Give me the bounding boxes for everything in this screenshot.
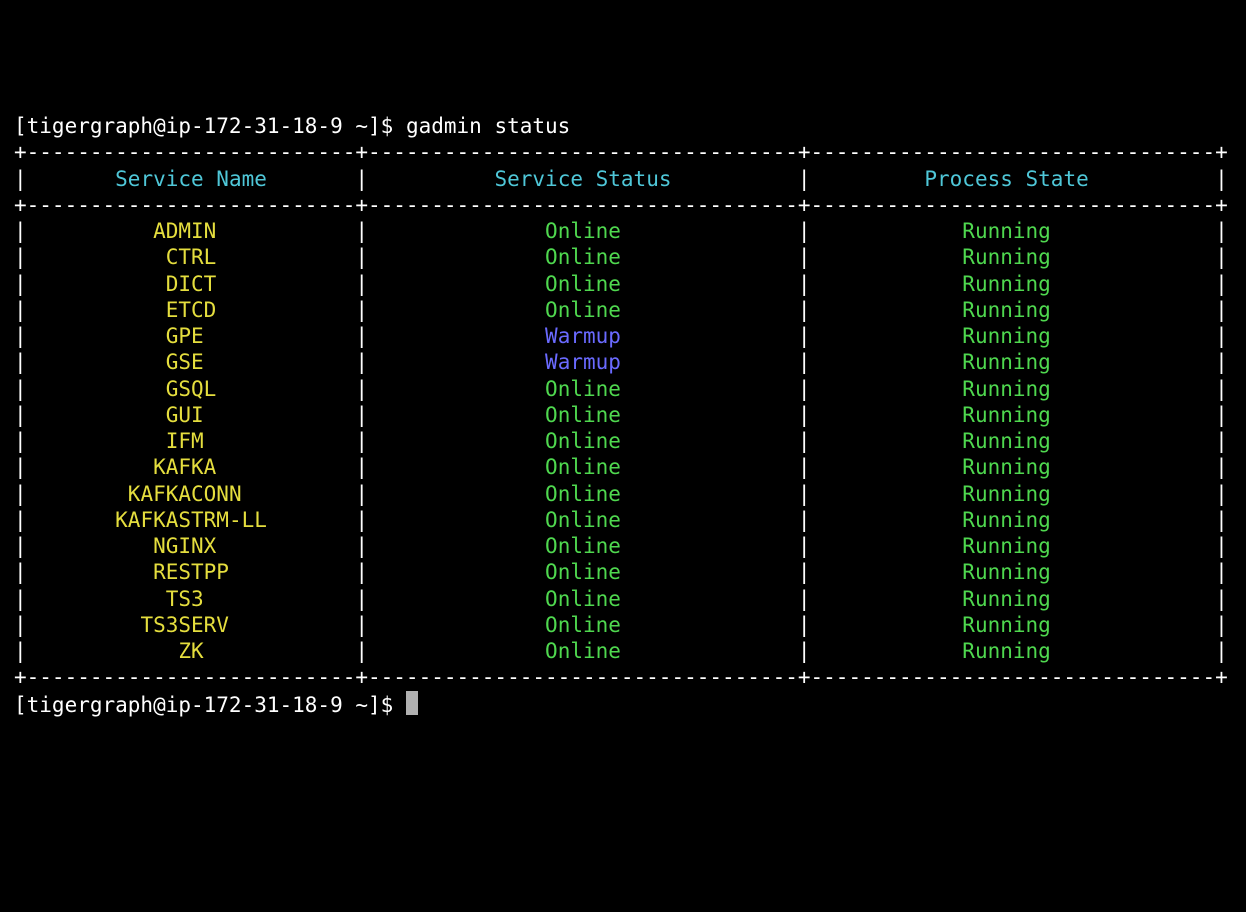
cell-process-state: Running — [811, 587, 1216, 611]
table-row: | TS3SERV | Online | Running | — [14, 612, 1232, 638]
cell-process-state: Running — [811, 377, 1216, 401]
table-border-top: +--------------------------+------------… — [14, 139, 1232, 165]
col-service-name: Service Name — [27, 167, 356, 191]
cell-service-name: KAFKASTRM-LL — [27, 508, 356, 532]
table-row: | DICT | Online | Running | — [14, 271, 1232, 297]
cell-service-name: GSQL — [27, 377, 356, 401]
shell-prompt: [tigergraph@ip-172-31-18-9 ~]$ — [14, 693, 406, 717]
table-row: | RESTPP | Online | Running | — [14, 559, 1232, 585]
table-row: | KAFKASTRM-LL | Online | Running | — [14, 507, 1232, 533]
cell-service-name: TS3SERV — [27, 613, 356, 637]
cursor-block — [406, 691, 418, 715]
table-row: | ZK | Online | Running | — [14, 638, 1232, 664]
cell-process-state: Running — [811, 245, 1216, 269]
cell-service-name: GPE — [27, 324, 356, 348]
cell-process-state: Running — [811, 324, 1216, 348]
cell-process-state: Running — [811, 219, 1216, 243]
cell-service-status: Warmup — [368, 324, 798, 348]
table-row: | GSQL | Online | Running | — [14, 376, 1232, 402]
table-row: | GPE | Warmup | Running | — [14, 323, 1232, 349]
cell-service-status: Online — [368, 639, 798, 663]
terminal-output: [tigergraph@ip-172-31-18-9 ~]$ gadmin st… — [14, 113, 1232, 718]
cell-process-state: Running — [811, 350, 1216, 374]
table-border-mid: +--------------------------+------------… — [14, 192, 1232, 218]
table-row: | GUI | Online | Running | — [14, 402, 1232, 428]
cell-process-state: Running — [811, 534, 1216, 558]
cell-service-name: ADMIN — [27, 219, 356, 243]
table-header-row: | Service Name | Service Status | Proces… — [14, 166, 1232, 192]
col-process-state: Process State — [811, 167, 1216, 191]
cell-service-name: RESTPP — [27, 560, 356, 584]
cell-service-name: IFM — [27, 429, 356, 453]
cell-service-status: Online — [368, 534, 798, 558]
cell-process-state: Running — [811, 560, 1216, 584]
cell-service-status: Online — [368, 219, 798, 243]
cell-service-status: Online — [368, 403, 798, 427]
cell-service-status: Warmup — [368, 350, 798, 374]
table-border-bottom: +--------------------------+------------… — [14, 664, 1232, 690]
shell-prompt: [tigergraph@ip-172-31-18-9 ~]$ — [14, 114, 406, 138]
cell-service-status: Online — [368, 613, 798, 637]
cell-process-state: Running — [811, 482, 1216, 506]
cell-process-state: Running — [811, 455, 1216, 479]
cell-service-status: Online — [368, 587, 798, 611]
table-row: | KAFKACONN | Online | Running | — [14, 481, 1232, 507]
table-row: | KAFKA | Online | Running | — [14, 454, 1232, 480]
cell-service-name: NGINX — [27, 534, 356, 558]
cell-service-status: Online — [368, 429, 798, 453]
cell-process-state: Running — [811, 508, 1216, 532]
cell-service-name: DICT — [27, 272, 356, 296]
cell-process-state: Running — [811, 429, 1216, 453]
cell-process-state: Running — [811, 403, 1216, 427]
cell-service-status: Online — [368, 298, 798, 322]
cell-process-state: Running — [811, 272, 1216, 296]
cell-service-name: CTRL — [27, 245, 356, 269]
table-row: | ETCD | Online | Running | — [14, 297, 1232, 323]
cell-service-status: Online — [368, 482, 798, 506]
cell-process-state: Running — [811, 298, 1216, 322]
cell-service-name: ZK — [27, 639, 356, 663]
cell-process-state: Running — [811, 639, 1216, 663]
cell-service-status: Online — [368, 508, 798, 532]
table-row: | CTRL | Online | Running | — [14, 244, 1232, 270]
prompt-line-2[interactable]: [tigergraph@ip-172-31-18-9 ~]$ — [14, 691, 1232, 718]
cell-service-name: KAFKACONN — [27, 482, 356, 506]
table-row: | ADMIN | Online | Running | — [14, 218, 1232, 244]
col-service-status: Service Status — [368, 167, 798, 191]
cell-service-status: Online — [368, 245, 798, 269]
cell-service-name: TS3 — [27, 587, 356, 611]
command-text: gadmin status — [406, 114, 570, 138]
cell-service-status: Online — [368, 560, 798, 584]
cell-service-status: Online — [368, 455, 798, 479]
table-row: | GSE | Warmup | Running | — [14, 349, 1232, 375]
cell-process-state: Running — [811, 613, 1216, 637]
cell-service-name: ETCD — [27, 298, 356, 322]
cell-service-name: GUI — [27, 403, 356, 427]
prompt-line: [tigergraph@ip-172-31-18-9 ~]$ gadmin st… — [14, 113, 1232, 139]
cell-service-status: Online — [368, 272, 798, 296]
cell-service-status: Online — [368, 377, 798, 401]
table-row: | NGINX | Online | Running | — [14, 533, 1232, 559]
table-row: | IFM | Online | Running | — [14, 428, 1232, 454]
table-row: | TS3 | Online | Running | — [14, 586, 1232, 612]
cell-service-name: KAFKA — [27, 455, 356, 479]
cell-service-name: GSE — [27, 350, 356, 374]
